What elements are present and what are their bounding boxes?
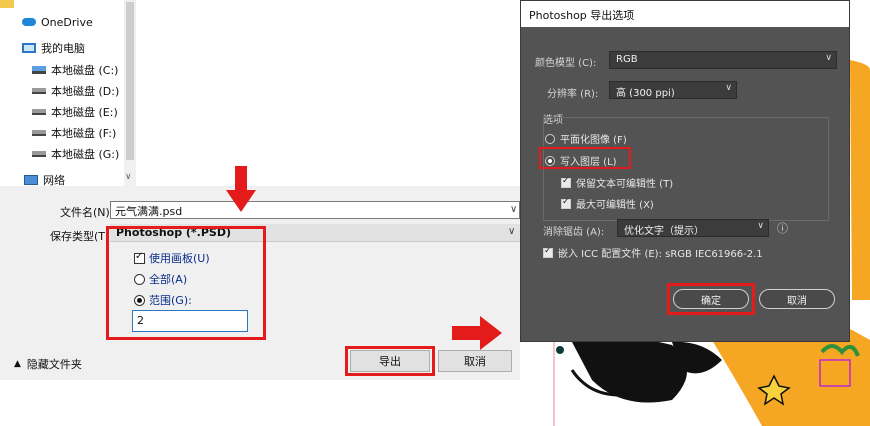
checkbox-icon[interactable] — [561, 197, 571, 209]
write-layers-radio[interactable]: 写入图层 (L) — [545, 153, 617, 168]
checkbox-icon[interactable] — [561, 176, 571, 188]
all-label: 全部(A) — [149, 273, 188, 286]
max-editability-checkbox[interactable]: 最大可编辑性 (X) — [561, 196, 654, 211]
ps-cancel-button[interactable]: 取消 — [759, 289, 835, 309]
write-layers-label: 写入图层 (L) — [560, 157, 617, 168]
flatten-radio[interactable]: 平面化图像 (F) — [545, 131, 627, 146]
drive-icon — [32, 130, 46, 136]
arrow-down-icon — [226, 166, 256, 212]
hide-folders-toggle[interactable]: ▲ 隐藏文件夹 — [14, 356, 82, 372]
color-model-label: 颜色模型 (C): — [535, 58, 597, 69]
info-icon[interactable]: ⓘ — [777, 220, 788, 236]
ok-button-label: 确定 — [701, 295, 721, 307]
hide-folders-label: 隐藏文件夹 — [26, 358, 82, 371]
dialog-title: Photoshop 导出选项 — [521, 1, 849, 27]
nav-item-drive-g[interactable]: 本地磁盘 (G:) — [32, 144, 119, 164]
computer-icon — [22, 43, 36, 53]
antialias-value: 优化文字（提示） — [624, 226, 704, 237]
filetype-label: 保存类型(T): — [50, 230, 114, 243]
use-artboards-checkbox[interactable]: 使用画板(U) — [134, 250, 210, 266]
chevron-down-icon[interactable]: ∨ — [510, 204, 517, 215]
drive-icon — [32, 109, 46, 115]
antialias-label: 消除锯齿 (A): — [543, 227, 605, 238]
radio-icon[interactable] — [134, 294, 145, 306]
filetype-select[interactable]: Photoshop (*.PSD) ∨ — [110, 224, 520, 242]
chevron-down-icon: ∨ — [757, 221, 764, 231]
flatten-label: 平面化图像 (F) — [560, 135, 627, 146]
embed-icc-label: 嵌入 ICC 配置文件 (E): sRGB IEC61966-2.1 — [558, 249, 763, 260]
nav-item-label: 本地磁盘 (E:) — [51, 106, 118, 119]
resolution-label: 分辨率 (R): — [547, 89, 599, 100]
embed-icc-checkbox[interactable]: 嵌入 ICC 配置文件 (E): sRGB IEC61966-2.1 — [543, 245, 763, 260]
drive-icon — [32, 151, 46, 157]
scrollbar-thumb[interactable] — [126, 2, 134, 160]
nav-item-drive-d[interactable]: 本地磁盘 (D:) — [32, 81, 119, 101]
color-model-select[interactable]: RGB ∨ — [609, 51, 837, 69]
folder-icon — [0, 0, 14, 8]
color-model-value: RGB — [616, 54, 638, 65]
keep-text-editable-checkbox[interactable]: 保留文本可编辑性 (T) — [561, 175, 673, 190]
cancel-button[interactable]: 取消 — [438, 350, 512, 372]
checkbox-icon[interactable] — [543, 246, 553, 258]
chevron-up-icon: ▲ — [14, 359, 21, 369]
nav-item-onedrive[interactable]: OneDrive — [22, 12, 93, 32]
nav-item-my-computer[interactable]: 我的电脑 — [22, 38, 85, 58]
photoshop-export-dialog: Photoshop 导出选项 颜色模型 (C): RGB ∨ 分辨率 (R): … — [520, 0, 850, 342]
nav-item-label: OneDrive — [41, 15, 93, 29]
nav-item-label: 网络 — [43, 174, 65, 187]
chevron-down-icon: ∨ — [725, 83, 732, 93]
radio-icon[interactable] — [134, 273, 145, 285]
cloud-icon — [22, 18, 36, 26]
range-value: 2 — [137, 314, 144, 327]
range-label: 范围(G): — [149, 294, 192, 307]
checkbox-icon[interactable] — [134, 251, 145, 264]
nav-item-network[interactable]: 网络 — [24, 170, 65, 190]
keep-text-editable-label: 保留文本可编辑性 (T) — [576, 179, 674, 190]
navigation-pane: OneDrive 我的电脑 本地磁盘 (C:) 本地磁盘 (D:) 本地磁盘 (… — [0, 0, 138, 186]
drive-icon — [32, 88, 46, 94]
filetype-value: Photoshop (*.PSD) — [116, 226, 232, 239]
filename-value: 元气满满.psd — [115, 205, 183, 218]
filename-label: 文件名(N): — [60, 206, 114, 219]
nav-item-label: 本地磁盘 (F:) — [51, 127, 117, 140]
chevron-down-icon: ∨ — [825, 53, 832, 63]
all-radio[interactable]: 全部(A) — [134, 271, 187, 287]
export-button-label: 导出 — [379, 355, 401, 368]
filename-input[interactable]: 元气满满.psd — [110, 201, 520, 219]
range-radio[interactable]: 范围(G): — [134, 292, 192, 308]
nav-scrollbar[interactable]: ∨ — [124, 0, 136, 186]
arrow-right-icon — [452, 316, 502, 350]
radio-icon[interactable] — [545, 155, 555, 166]
nav-item-label: 本地磁盘 (C:) — [51, 64, 119, 77]
export-button[interactable]: 导出 — [350, 350, 430, 372]
nav-item-drive-e[interactable]: 本地磁盘 (E:) — [32, 102, 118, 122]
nav-item-drive-c[interactable]: 本地磁盘 (C:) — [32, 60, 118, 80]
nav-item-drive-f[interactable]: 本地磁盘 (F:) — [32, 123, 116, 143]
nav-item-label: 本地磁盘 (D:) — [51, 85, 120, 98]
nav-item-label: 本地磁盘 (G:) — [51, 148, 120, 161]
use-artboards-label: 使用画板(U) — [149, 252, 210, 265]
network-icon — [24, 175, 38, 185]
ps-cancel-button-label: 取消 — [787, 295, 807, 307]
nav-item-label: 我的电脑 — [41, 42, 85, 55]
max-editability-label: 最大可编辑性 (X) — [576, 200, 654, 211]
resolution-value: 高 (300 ppi) — [616, 88, 675, 99]
chevron-down-icon[interactable]: ∨ — [508, 226, 515, 237]
radio-icon[interactable] — [545, 133, 555, 144]
ok-button[interactable]: 确定 — [673, 289, 749, 309]
antialias-select[interactable]: 优化文字（提示） ∨ — [617, 219, 769, 237]
cancel-button-label: 取消 — [464, 355, 486, 368]
drive-icon — [32, 66, 46, 74]
nav-item-folder[interactable] — [0, 0, 19, 14]
chevron-down-icon[interactable]: ∨ — [125, 172, 132, 182]
range-input[interactable]: 2 — [132, 310, 248, 332]
resolution-select[interactable]: 高 (300 ppi) ∨ — [609, 81, 737, 99]
